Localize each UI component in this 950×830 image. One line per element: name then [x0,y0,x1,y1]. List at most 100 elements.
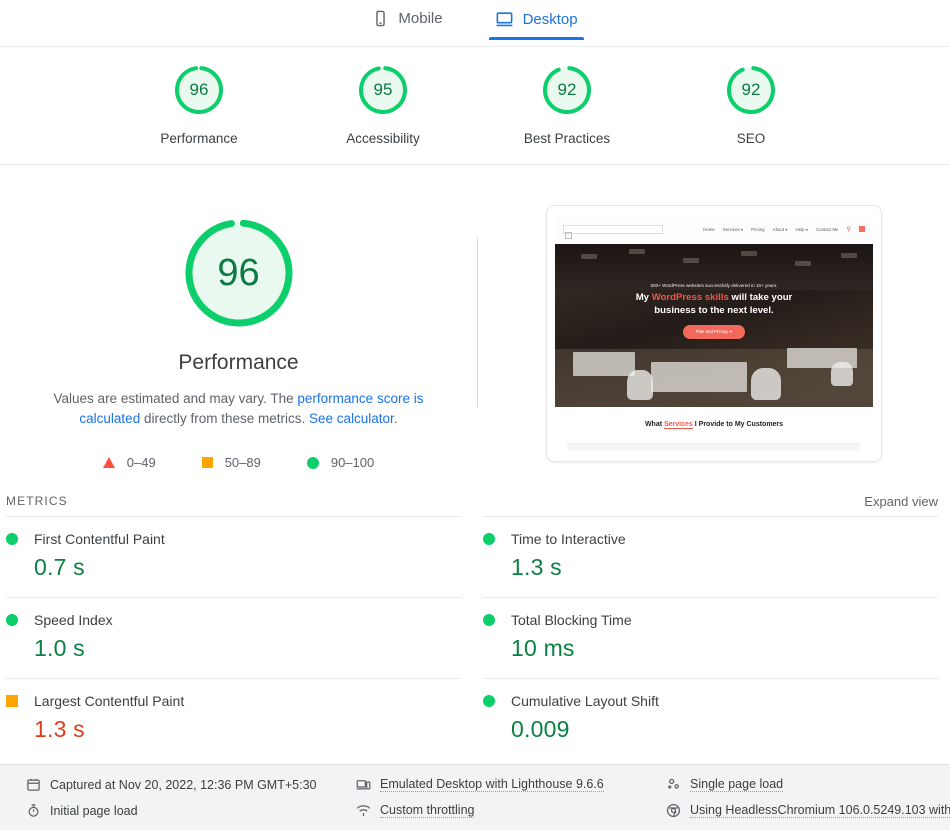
score-label: Accessibility [346,131,420,146]
footer-text[interactable]: Single page load [690,777,784,792]
gauge-ring: 92 [540,63,594,117]
chromium-icon [666,803,681,818]
footer-item-chromium-version[interactable]: Using HeadlessChromium 106.0.5249.103 wi… [666,803,950,818]
desk-decor [573,352,635,376]
category-score-seo[interactable]: 92 SEO [691,63,811,146]
tab-mobile-label: Mobile [398,10,443,27]
metric-label-row: Cumulative Layout Shift [483,693,938,709]
headline-part-1: My [635,292,652,303]
footer-item-initial-page-load: Initial page load [26,803,356,818]
metric-time-to-interactive[interactable]: Time to Interactive 1.3 s [483,516,938,597]
legend-item-average: 50–89 [201,455,261,470]
footer-item-emulated-device[interactable]: Emulated Desktop with Lighthouse 9.6.6 [356,777,666,792]
report-footer: Captured at Nov 20, 2022, 12:36 PM GMT+5… [0,764,950,830]
category-score-best-practices[interactable]: 92 Best Practices [507,63,627,146]
tab-mobile[interactable]: Mobile [366,6,448,38]
headline-part-2: will take your [728,292,793,303]
category-scores: 96 Performance 95 Accessibility 92 Best … [0,47,950,164]
thumbnail-hero-text: 500+ WordPress websites successfully del… [555,282,873,339]
footer-column-run-info: Single page load Using HeadlessChromium … [666,777,950,818]
category-score-accessibility[interactable]: 95 Accessibility [323,63,443,146]
devices-icon [356,777,371,792]
pagespeed-report: Mobile Desktop 96 Performance 95 Accessi… [0,0,950,830]
metrics-section-title: METRICS [6,494,68,508]
gauge-ring: 92 [724,63,778,117]
metric-label: Total Blocking Time [511,612,632,628]
chair-decor [831,362,853,386]
chair-decor [751,368,781,400]
footer-item-captured-at: Captured at Nov 20, 2022, 12:36 PM GMT+5… [26,777,356,792]
thumbnail-bottom-strip [567,443,861,451]
thumbnail-navbar: Home Services ▾ Pricing About ▾ Help ▾ C… [555,214,873,244]
hero-subtitle: 500+ WordPress websites successfully del… [650,283,778,288]
mobile-icon [372,10,389,27]
legend-item-good: 90–100 [306,455,374,470]
status-good-circle-icon [6,614,18,626]
score-value: 95 [373,80,393,99]
page-screenshot-panel: Home Services ▾ Pricing About ▾ Help ▾ C… [478,203,950,462]
performance-hero: 96 Performance Values are estimated and … [0,165,950,486]
tab-desktop[interactable]: Desktop [488,6,584,40]
legend-range-average: 50–89 [224,455,261,470]
nav-item-about: About ▾ [772,226,788,232]
desktop-icon [495,10,514,29]
footer-text[interactable]: Using HeadlessChromium 106.0.5249.103 wi… [690,803,950,818]
see-calculator-link[interactable]: See calculator [309,411,394,426]
status-good-circle-icon [483,614,495,626]
footer-text: Captured at Nov 20, 2022, 12:36 PM GMT+5… [50,777,317,792]
footer-item-throttling[interactable]: Custom throttling [356,803,666,818]
desc-text-3: . [393,411,398,426]
metric-value: 10 ms [511,635,575,661]
single-page-icon [666,777,681,792]
poor-triangle-icon [102,457,115,468]
grid-icon [859,226,865,232]
desk-decor [651,362,747,392]
metric-label: Speed Index [34,612,113,628]
metric-total-blocking-time[interactable]: Total Blocking Time 10 ms [483,597,938,678]
desc-text-1: Values are estimated and may vary. The [53,391,298,406]
nav-item-help: Help ▾ [795,226,809,232]
average-square-icon [201,457,213,468]
nav-item-home: Home [703,226,715,232]
screenshot-frame: Home Services ▾ Pricing About ▾ Help ▾ C… [546,205,882,462]
throttling-icon [356,803,371,818]
nav-item-services: Services ▾ [722,226,744,232]
metric-value: 1.0 s [34,635,85,661]
metric-cumulative-layout-shift[interactable]: Cumulative Layout Shift 0.009 [483,678,938,759]
page-title: Performance [178,351,299,374]
category-score-performance[interactable]: 96 Performance [139,63,259,146]
tab-desktop-label: Desktop [522,11,578,28]
metrics-header: METRICS Expand view [0,486,950,516]
headline-line-2: business to the next level. [654,304,774,316]
footer-item-single-page-load[interactable]: Single page load [666,777,950,792]
metric-largest-contentful-paint[interactable]: Largest Contentful Paint 1.3 s [6,678,461,759]
footer-column-capture: Captured at Nov 20, 2022, 12:36 PM GMT+5… [26,777,356,818]
thumbnail-hero: 500+ WordPress websites successfully del… [555,244,873,407]
score-value: 92 [741,80,761,99]
metric-label: Cumulative Layout Shift [511,693,659,709]
footer-text[interactable]: Custom throttling [380,803,475,818]
status-good-circle-icon [483,533,495,545]
thumbnail-services-section: What Services I Provide to My Customers [555,407,873,441]
services-heading: What Services I Provide to My Customers [645,420,783,429]
metric-label-row: Total Blocking Time [483,612,938,628]
metric-value: 0.009 [511,716,570,742]
metric-label-row: Largest Contentful Paint [6,693,461,709]
form-factor-tabs: Mobile Desktop [0,0,950,46]
metric-first-contentful-paint[interactable]: First Contentful Paint 0.7 s [6,516,461,597]
metric-label-row: Time to Interactive [483,531,938,547]
metrics-grid: First Contentful Paint 0.7 s Time to Int… [0,516,950,759]
nav-item-pricing: Pricing [751,226,765,232]
expand-view-button[interactable]: Expand view [864,494,938,509]
metric-speed-index[interactable]: Speed Index 1.0 s [6,597,461,678]
score-label: SEO [736,131,766,146]
calendar-icon [26,777,41,792]
site-logo-placeholder [563,224,663,234]
search-icon: ⚲ [846,226,851,233]
legend-item-poor: 0–49 [102,455,156,470]
metric-label-row: Speed Index [6,612,461,628]
stopwatch-icon [26,803,41,818]
page-thumbnail: Home Services ▾ Pricing About ▾ Help ▾ C… [555,214,873,451]
footer-text[interactable]: Emulated Desktop with Lighthouse 9.6.6 [380,777,604,792]
metric-value: 0.7 s [34,554,85,580]
